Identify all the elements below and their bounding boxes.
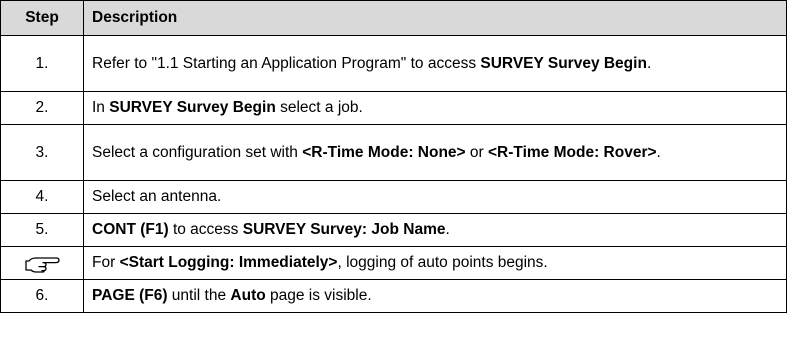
description-text: select a job.: [275, 99, 363, 116]
description-text: .: [445, 221, 450, 238]
table-row: 3. Select a configuration set with <R-Tim…: [0, 124, 787, 181]
description-text: Select a configuration set with: [92, 143, 303, 161]
emphasized-text: CONT (F1): [92, 221, 169, 238]
table-row: 2. In SURVEY Survey Begin select a job.: [0, 91, 787, 125]
table-row: For <Start Logging: Immediately>, loggin…: [0, 246, 787, 280]
description-text: In: [92, 99, 110, 116]
note-icon-cell: [0, 246, 84, 280]
description-text: until the: [167, 287, 231, 304]
emphasized-text: <R-Time Mode: Rover>: [488, 143, 657, 161]
step-number: 3.: [0, 124, 84, 181]
step-description: CONT (F1) to access SURVEY Survey: Job N…: [83, 213, 787, 247]
step-description: PAGE (F6) until the Auto page is visible…: [83, 279, 787, 313]
description-text: .: [656, 143, 661, 161]
description-column-header: Description: [83, 0, 787, 36]
step-column-header: Step: [0, 0, 84, 36]
emphasized-text: SURVEY Survey: Job Name: [242, 221, 446, 238]
emphasized-text: PAGE (F6): [92, 287, 168, 304]
step-description: For <Start Logging: Immediately>, loggin…: [83, 246, 787, 280]
description-text: or: [465, 143, 488, 161]
description-text: .: [646, 54, 652, 72]
description-text: , logging of auto points begins.: [337, 254, 548, 271]
emphasized-text: <Start Logging: Immediately>: [119, 254, 338, 271]
description-text: page is visible.: [265, 287, 372, 304]
step-description: Select an antenna.: [83, 180, 787, 214]
table-row: 6. PAGE (F6) until the Auto page is visib…: [0, 279, 787, 313]
step-number: 6.: [0, 279, 84, 313]
step-description: Select a configuration set with <R-Time …: [83, 124, 787, 181]
step-number: 4.: [0, 180, 84, 214]
table-header-row: Step Description: [0, 0, 787, 36]
description-text: Refer to "1.1 Starting an Application Pr…: [92, 54, 481, 72]
step-number: 1.: [0, 35, 84, 92]
emphasized-text: Auto: [230, 287, 266, 304]
table-row: 5. CONT (F1) to access SURVEY Survey: Job…: [0, 213, 787, 247]
step-number: 5.: [0, 213, 84, 247]
description-text: to access: [168, 221, 243, 238]
emphasized-text: <R-Time Mode: None>: [302, 143, 466, 161]
table-row: 1. Refer to "1.1 Starting an Application …: [0, 35, 787, 92]
description-text: For: [92, 254, 120, 271]
pointing-hand-icon: [23, 253, 61, 273]
table-row: 4. Select an antenna.: [0, 180, 787, 214]
step-description: Refer to "1.1 Starting an Application Pr…: [83, 35, 787, 92]
emphasized-text: SURVEY Survey Begin: [109, 99, 276, 116]
step-description: In SURVEY Survey Begin select a job.: [83, 91, 787, 125]
emphasized-text: SURVEY Survey Begin: [480, 54, 647, 72]
procedure-table: Step Description 1. Refer to "1.1 Startin…: [0, 0, 787, 313]
step-number: 2.: [0, 91, 84, 125]
description-text: Select an antenna.: [92, 188, 222, 205]
